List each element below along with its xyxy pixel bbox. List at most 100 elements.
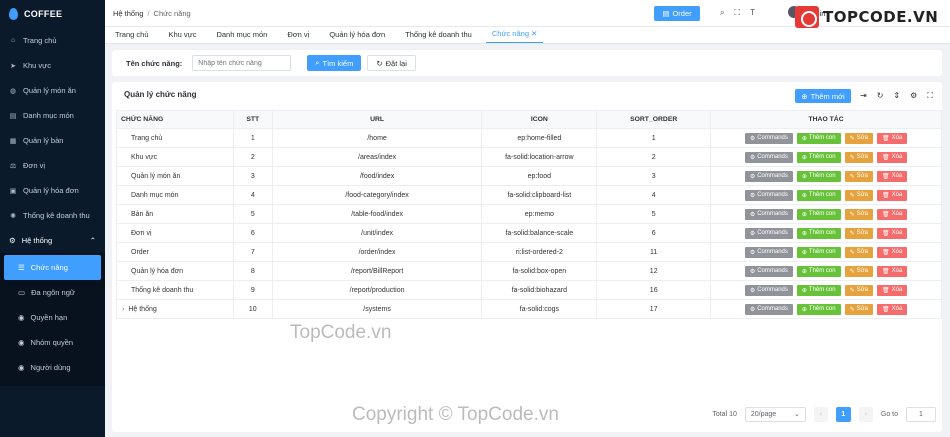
commands-button[interactable]: ⚙ Commands <box>744 246 793 258</box>
add-child-button[interactable]: ⊕ Thêm con <box>796 151 841 163</box>
edit-button[interactable]: ✎ Sửa <box>844 284 873 296</box>
column-header-sort-order[interactable]: SORT_ORDER <box>596 110 712 129</box>
breadcrumb-parent[interactable]: Hệ thống <box>113 9 143 18</box>
sidebar-subitem-1[interactable]: ▭ Đa ngôn ngữ <box>0 280 105 305</box>
search-icon[interactable]: ⌕ <box>720 8 724 18</box>
function-name-input[interactable] <box>192 55 292 71</box>
column-header-icon[interactable]: ICON <box>481 110 598 129</box>
edit-button[interactable]: ✎ Sửa <box>844 265 873 277</box>
expand-icon[interactable]: ⇥ <box>860 91 867 101</box>
delete-button[interactable]: 🗑 Xóa <box>877 189 908 201</box>
commands-button[interactable]: ⚙ Commands <box>744 284 793 296</box>
prev-page-button[interactable]: ‹ <box>813 406 828 422</box>
table-row[interactable]: Bàn ăn 5/table-food/index ep:memo 5 ⚙ Command… <box>116 204 942 224</box>
reset-button[interactable]: ↻ Đặt lại <box>367 55 416 71</box>
goto-page-input[interactable]: 1 <box>906 406 936 422</box>
sidebar-subitem-3[interactable]: ◉ Nhóm quyền <box>0 330 105 355</box>
edit-button[interactable]: ✎ Sửa <box>844 246 873 258</box>
sidebar-group-system[interactable]: ⚙ Hệ thống ⌃ <box>0 228 105 253</box>
add-new-button[interactable]: ⊕ Thêm mới <box>795 89 851 103</box>
commands-button[interactable]: ⚙ Commands <box>744 227 793 239</box>
tab-3[interactable]: Đơn vị <box>281 30 315 43</box>
delete-button[interactable]: 🗑 Xóa <box>877 132 908 144</box>
cell-icon: fa-solid:cogs <box>481 299 598 319</box>
delete-button[interactable]: 🗑 Xóa <box>877 246 908 258</box>
sidebar-item-2[interactable]: ◍ Quản lý món ăn <box>0 78 105 103</box>
add-child-button[interactable]: ⊕ Thêm con <box>796 265 841 277</box>
edit-button[interactable]: ✎ Sửa <box>844 227 873 239</box>
delete-button[interactable]: 🗑 Xóa <box>877 151 908 163</box>
sidebar-item-1[interactable]: ➤ Khu vực <box>0 53 105 78</box>
edit-button[interactable]: ✎ Sửa <box>844 151 873 163</box>
tab-4[interactable]: Quản lý hóa đơn <box>323 30 391 43</box>
commands-button[interactable]: ⚙ Commands <box>744 303 793 315</box>
sidebar-subitem-2[interactable]: ◉ Quyền hạn <box>0 305 105 330</box>
add-child-button[interactable]: ⊕ Thêm con <box>796 170 841 182</box>
delete-button[interactable]: 🗑 Xóa <box>877 227 908 239</box>
table-row[interactable]: Khu vực 2/areas/index fa-solid:location-ar… <box>116 147 942 167</box>
page-number-current[interactable]: 1 <box>835 406 851 422</box>
fullscreen-icon[interactable]: ⛶ <box>927 91 933 101</box>
add-child-button[interactable]: ⊕ Thêm con <box>796 208 841 220</box>
sidebar-item-7[interactable]: ✺ Thống kê doanh thu <box>0 203 105 228</box>
table-row[interactable]: Trang chủ 1/home ep:home-filled 1 ⚙ Commands ⊕… <box>116 128 942 148</box>
table-row[interactable]: Quản lý hóa đơn 8/report/BillReport fa-sol… <box>116 261 942 281</box>
table-row[interactable]: Order 7/order/index ri:list-ordered-2 11 ⚙ Co… <box>116 242 942 262</box>
close-icon[interactable]: ✕ <box>531 29 537 38</box>
search-button[interactable]: ⌕ Tìm kiếm <box>307 55 362 71</box>
tab-5[interactable]: Thống kê doanh thu <box>399 30 478 43</box>
edit-button[interactable]: ✎ Sửa <box>844 170 873 182</box>
sidebar-item-0[interactable]: ⌂ Trang chủ <box>0 28 105 53</box>
add-child-button[interactable]: ⊕ Thêm con <box>796 132 841 144</box>
settings-icon[interactable]: ⚙ <box>910 91 917 101</box>
sidebar-item-6[interactable]: ▣ Quản lý hóa đơn <box>0 178 105 203</box>
column-height-icon[interactable]: ⇕ <box>893 91 900 101</box>
add-child-button[interactable]: ⊕ Thêm con <box>796 284 841 296</box>
delete-button[interactable]: 🗑 Xóa <box>877 265 908 277</box>
edit-button[interactable]: ✎ Sửa <box>844 303 873 315</box>
sidebar-item-3[interactable]: ▤ Danh mục món <box>0 103 105 128</box>
commands-button[interactable]: ⚙ Commands <box>744 265 793 277</box>
delete-button[interactable]: 🗑 Xóa <box>877 284 908 296</box>
add-child-button[interactable]: ⊕ Thêm con <box>796 303 841 315</box>
add-child-button[interactable]: ⊕ Thêm con <box>796 189 841 201</box>
edit-button[interactable]: ✎ Sửa <box>844 132 873 144</box>
edit-button[interactable]: ✎ Sửa <box>844 208 873 220</box>
page-size-select[interactable]: 20/page ⌄ <box>744 406 806 422</box>
sidebar-item-4[interactable]: ▦ Quản lý bàn <box>0 128 105 153</box>
tab-2[interactable]: Danh mục món <box>210 30 273 43</box>
sidebar-subitem-4[interactable]: ◉ Người dùng <box>0 355 105 380</box>
column-header-stt[interactable]: STT <box>232 110 273 129</box>
table-row[interactable]: › Hệ thống 10/systems fa-solid:cogs 17 ⚙ Comma… <box>116 299 942 319</box>
brand[interactable]: COFFEE <box>0 0 105 28</box>
column-header-url[interactable]: URL <box>271 110 483 129</box>
delete-button[interactable]: 🗑 Xóa <box>877 303 908 315</box>
column-header-function[interactable]: CHỨC NĂNG <box>116 110 234 129</box>
edit-button[interactable]: ✎ Sửa <box>844 189 873 201</box>
commands-button[interactable]: ⚙ Commands <box>744 208 793 220</box>
balance-scale-icon: ⚖ <box>9 162 17 170</box>
tab-1[interactable]: Khu vực <box>163 30 203 43</box>
refresh-icon[interactable]: ↻ <box>877 91 884 101</box>
add-child-button[interactable]: ⊕ Thêm con <box>796 227 841 239</box>
delete-button[interactable]: 🗑 Xóa <box>877 208 908 220</box>
commands-button[interactable]: ⚙ Commands <box>744 189 793 201</box>
commands-button[interactable]: ⚙ Commands <box>744 170 793 182</box>
font-size-icon[interactable]: T <box>750 8 755 18</box>
order-button[interactable]: ▤ Order <box>654 6 700 21</box>
table-row[interactable]: Danh mục món 4/food-category/index fa-soli… <box>116 185 942 205</box>
fullscreen-icon[interactable]: ⛶ <box>734 8 740 18</box>
table-row[interactable]: Quản lý món ăn 3/food/index ep:food 3 ⚙ Comma… <box>116 166 942 186</box>
table-row[interactable]: Đơn vị 6/unit/index fa-solid:balance-scale… <box>116 223 942 243</box>
table-row[interactable]: Thống kê doanh thu 9/report/production fa-… <box>116 280 942 300</box>
commands-button[interactable]: ⚙ Commands <box>744 132 793 144</box>
delete-button[interactable]: 🗑 Xóa <box>877 170 908 182</box>
add-child-button[interactable]: ⊕ Thêm con <box>796 246 841 258</box>
tab-6[interactable]: Chức năng ✕ <box>485 29 544 43</box>
sidebar-item-5[interactable]: ⚖ Đơn vị <box>0 153 105 178</box>
commands-button[interactable]: ⚙ Commands <box>744 151 793 163</box>
tab-0[interactable]: Trang chủ <box>109 30 155 43</box>
sidebar-subitem-0[interactable]: ☰ Chức năng <box>4 255 101 280</box>
next-page-button[interactable]: › <box>858 406 873 422</box>
chevron-right-icon[interactable]: › <box>122 306 124 313</box>
